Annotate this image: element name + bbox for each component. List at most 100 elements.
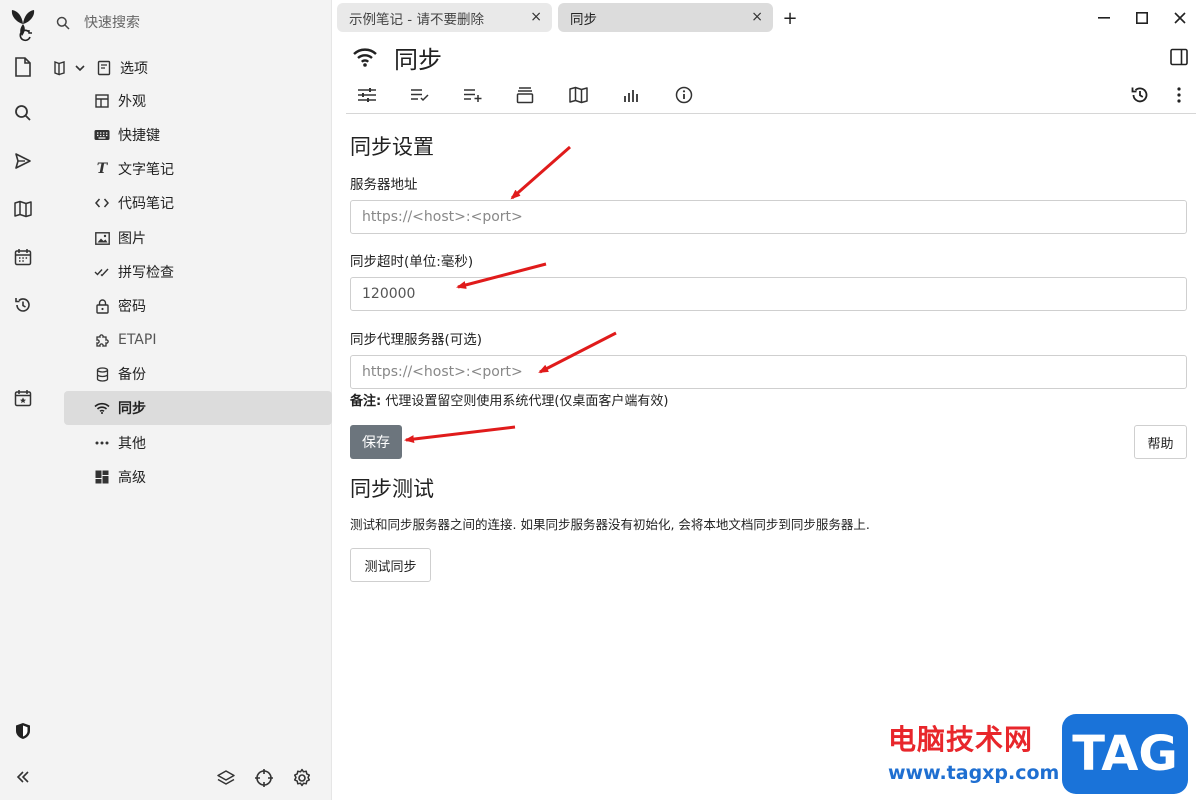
tree-item-advanced[interactable]: 高级 [64, 460, 332, 494]
more-vertical-icon[interactable] [1166, 82, 1192, 108]
tab-bar: 示例笔记 - 请不要删除 × 同步 × + [332, 0, 1200, 34]
tree-item-label: 文字笔记 [118, 162, 174, 178]
map-icon[interactable] [8, 194, 38, 224]
note-toolbar [352, 80, 1192, 110]
code-icon [94, 195, 110, 211]
quick-search [52, 8, 322, 38]
server-address-input[interactable] [350, 200, 1187, 234]
note-properties-icon[interactable] [354, 82, 380, 108]
close-icon[interactable]: × [751, 9, 763, 25]
sync-proxy-input[interactable] [350, 355, 1187, 389]
tree-item-label: 高级 [118, 470, 146, 486]
tab-label: 示例笔记 - 请不要删除 [349, 11, 484, 28]
text-icon: T [96, 161, 108, 177]
sync-timeout-input[interactable] [350, 277, 1187, 311]
test-sync-button[interactable]: 测试同步 [350, 548, 431, 582]
watermark-badge: TAG [1062, 714, 1188, 794]
search-icon [56, 16, 74, 30]
sync-test-description: 测试和同步服务器之间的连接. 如果同步服务器没有初始化, 会将本地文档同步到同步… [350, 517, 870, 532]
app-logo-icon[interactable] [6, 6, 40, 46]
toolbar-divider [346, 113, 1196, 114]
tree-item-label: 图片 [118, 231, 146, 247]
tree-item-label: ETAPI [118, 332, 157, 348]
new-note-icon[interactable] [8, 52, 38, 82]
tree-item-label: 备份 [118, 367, 146, 383]
tree-root-row[interactable]: 选项 [52, 55, 148, 81]
tree-item-spellcheck[interactable]: 拼写检查 [64, 255, 332, 289]
send-icon[interactable] [8, 146, 38, 176]
sync-test-heading: 同步测试 [350, 477, 434, 501]
book-icon [96, 60, 112, 76]
today-icon[interactable] [8, 383, 38, 413]
keyboard-icon [94, 127, 110, 143]
minimize-icon[interactable] [1092, 6, 1116, 30]
gear-icon[interactable] [292, 768, 312, 788]
puzzle-icon [94, 332, 110, 348]
note-title-row: 同步 [352, 40, 442, 74]
maximize-icon[interactable] [1130, 6, 1154, 30]
wifi-icon [94, 400, 110, 416]
tree-item-etapi[interactable]: ETAPI [64, 323, 332, 357]
search-icon[interactable] [8, 98, 38, 128]
tab-sample-notes[interactable]: 示例笔记 - 请不要删除 × [337, 3, 552, 32]
sync-timeout-label: 同步超时(单位:毫秒) [350, 254, 474, 270]
chevron-down-icon[interactable] [74, 62, 86, 74]
hoisted-icon[interactable] [52, 60, 68, 76]
proxy-note: 备注: 代理设置留空则使用系统代理(仅桌面客户端有效) [350, 390, 668, 409]
map-icon[interactable] [565, 82, 591, 108]
bar-chart-icon[interactable] [618, 82, 644, 108]
tree-item-label: 快捷键 [118, 128, 160, 144]
tree-item-label: 同步 [118, 401, 146, 417]
tree-item-sync[interactable]: 同步 [64, 391, 332, 425]
dashboard-icon [94, 469, 110, 485]
sync-proxy-label: 同步代理服务器(可选) [350, 332, 483, 348]
watermark-text: 电脑技术网 [888, 723, 1034, 756]
tree-item-other[interactable]: 其他 [64, 426, 332, 460]
tab-label: 同步 [570, 11, 597, 28]
note-title[interactable]: 同步 [394, 40, 442, 75]
tree-item-code-notes[interactable]: 代码笔记 [64, 186, 332, 220]
collection-icon[interactable] [512, 82, 538, 108]
layout-icon [94, 93, 110, 109]
lock-icon [94, 298, 110, 314]
tree-item-shortcuts[interactable]: 快捷键 [64, 118, 332, 152]
crosshair-icon[interactable] [254, 768, 274, 788]
tree-item-images[interactable]: 图片 [64, 221, 332, 255]
watermark-url: www.tagxp.com [888, 762, 1060, 784]
server-address-label: 服务器地址 [350, 177, 418, 193]
quick-search-input[interactable] [84, 15, 304, 31]
layers-icon[interactable] [216, 768, 236, 788]
tree-item-label: 代码笔记 [118, 196, 174, 212]
database-icon [94, 366, 110, 382]
calendar-icon[interactable] [8, 242, 38, 272]
tree-item-backup[interactable]: 备份 [64, 357, 332, 391]
dots-icon [94, 435, 110, 451]
save-button[interactable]: 保存 [350, 425, 402, 459]
sync-settings-heading: 同步设置 [350, 135, 434, 159]
tree-item-label: 其他 [118, 436, 146, 452]
checklist-icon[interactable] [407, 82, 433, 108]
tree-item-label: 拼写检查 [118, 265, 174, 281]
new-tab-icon[interactable]: + [778, 6, 802, 30]
launcher-bar [0, 0, 46, 800]
window-close-icon[interactable] [1168, 6, 1192, 30]
tree-item-appearance[interactable]: 外观 [64, 84, 332, 118]
add-list-icon[interactable] [460, 82, 486, 108]
check-icon [94, 264, 110, 280]
close-icon[interactable]: × [530, 9, 542, 25]
toggle-right-pane-icon[interactable] [1170, 48, 1188, 66]
help-button[interactable]: 帮助 [1134, 425, 1187, 459]
collapse-sidebar-icon[interactable] [8, 762, 38, 792]
tree-item-text-notes[interactable]: T 文字笔记 [64, 152, 332, 186]
tree-item-label: 密码 [118, 299, 146, 315]
tree-root-label: 选项 [120, 61, 148, 77]
wifi-icon [352, 47, 378, 67]
protected-session-icon[interactable] [8, 716, 38, 746]
image-icon [94, 230, 110, 246]
revisions-icon[interactable] [1127, 82, 1153, 108]
tab-sync[interactable]: 同步 × [558, 3, 773, 32]
tree-item-password[interactable]: 密码 [64, 289, 332, 323]
info-icon[interactable] [671, 82, 697, 108]
tree-item-label: 外观 [118, 94, 146, 110]
history-icon[interactable] [8, 290, 38, 320]
